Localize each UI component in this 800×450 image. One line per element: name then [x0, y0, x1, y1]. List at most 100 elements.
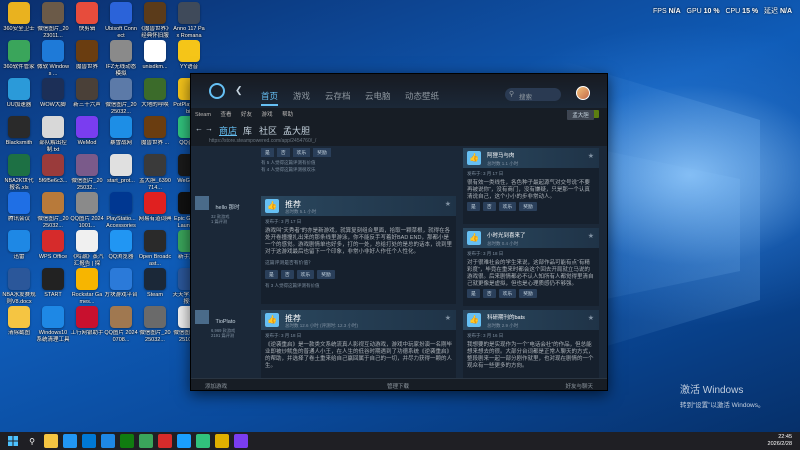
desktop-icon[interactable]: 微信图片_2025032... [104, 78, 138, 115]
browser-icon[interactable] [63, 434, 77, 448]
desktop-icon[interactable]: Steam [138, 268, 172, 305]
desktop-icon[interactable]: Windows10 系统清理工具 [36, 306, 70, 343]
desktop-icon[interactable]: 孟大胆_6390714... [138, 154, 172, 191]
vote-no-button[interactable]: 否 [276, 148, 290, 157]
nav-community[interactable]: 社区 [259, 124, 277, 137]
desktop-icon[interactable]: 魔兽世界 ... [138, 116, 172, 153]
desktop-icon[interactable]: 360软件管家 [2, 40, 36, 77]
desktop-icon[interactable]: Rockstar Games... [70, 268, 104, 305]
file-explorer-icon[interactable] [44, 434, 58, 448]
desktop-icon[interactable]: 360安全卫士 [2, 2, 36, 39]
vote-funny-button[interactable]: 欢乐 [498, 289, 517, 298]
nav-forward-icon[interactable]: → [205, 124, 213, 133]
steam-taskbar-icon[interactable] [177, 434, 191, 448]
desktop-icon[interactable]: QQ图片 20240708... [104, 306, 138, 343]
desktop-icon[interactable]: Ubisoft Connect [104, 2, 138, 39]
desktop-icon[interactable]: 微信图片_2025032... [138, 306, 172, 343]
nav-back-icon[interactable]: ← [195, 124, 203, 133]
desktop-icon[interactable]: Open Broadcast... [138, 230, 172, 267]
desktop-icon[interactable]: QQ浏览器 [104, 230, 138, 267]
vote-no-button[interactable]: 否 [482, 289, 496, 298]
menu-games[interactable]: 游戏 [262, 112, 273, 118]
desktop-icon[interactable]: 微软 Windows ... [36, 40, 70, 77]
vote-funny-button[interactable]: 欢乐 [292, 148, 311, 157]
desktop-icon[interactable]: 《魔兽世界》经典怀旧服 [138, 2, 172, 39]
tab-cloud-pc[interactable]: 云电脑 [365, 90, 391, 102]
desktop-icon[interactable]: Blacksmith [2, 116, 36, 153]
vote-award-button[interactable]: 奖励 [313, 148, 331, 157]
app-icon[interactable] [234, 434, 248, 448]
vote-yes-button[interactable]: 是 [261, 148, 274, 157]
star-icon[interactable]: ★ [588, 314, 594, 322]
xbox-icon[interactable] [120, 434, 134, 448]
desktop-icon[interactable]: 《鸣潮》蒸汽汇报告 | 探索... [70, 230, 104, 267]
user-menu-button[interactable]: 孟大胆 [567, 110, 594, 120]
menu-view[interactable]: 查看 [220, 112, 231, 118]
vote-award-button[interactable]: 奖励 [519, 202, 537, 211]
vote-award-button[interactable]: 奖励 [317, 270, 335, 279]
desktop-icon[interactable]: unisdkm... [138, 40, 172, 77]
desktop-icon[interactable]: start_prot... [104, 154, 138, 191]
desktop-icon[interactable]: Anno 117 Pax Romana [172, 2, 206, 39]
manage-downloads-button[interactable]: 管理下载 [387, 382, 409, 390]
vote-funny-button[interactable]: 欢乐 [296, 270, 315, 279]
desktop-icon[interactable]: NBA水友赛规则V8.docx [2, 268, 36, 305]
nav-library[interactable]: 库 [243, 124, 252, 137]
desktop-icon[interactable]: QQ图片 20241001... [70, 192, 104, 229]
steam-logo-icon[interactable] [209, 83, 225, 99]
wps-icon[interactable] [158, 434, 172, 448]
star-icon[interactable]: ★ [588, 152, 594, 160]
friends-chat-button[interactable]: 好友与聊天 [565, 382, 593, 390]
reviewer-info[interactable]: hello 那时 32 款游戏 1 篇评测 [195, 196, 240, 224]
tab-cloud-save[interactable]: 云存档 [325, 90, 351, 102]
desktop-icon[interactable]: 腾讯会议 [2, 192, 36, 229]
reviewer-name[interactable]: TioPlato [215, 319, 235, 325]
nav-user[interactable]: 孟大胆 [283, 124, 310, 137]
chrome-icon[interactable] [139, 434, 153, 448]
menu-help[interactable]: 帮助 [282, 112, 293, 118]
windows-start-icon[interactable] [6, 434, 20, 448]
url-bar[interactable]: https://store.steampowered.com/app/24547… [209, 138, 316, 144]
desktop-icon[interactable]: 新三十六声 [70, 78, 104, 115]
desktop-icon[interactable]: 快剪辑 [70, 2, 104, 39]
menu-friends[interactable]: 好友 [241, 112, 252, 118]
desktop-icon[interactable]: WOW大脚 [36, 78, 70, 115]
reviewer-info[interactable]: TioPlato 6,969 款游戏 2191 篇评测 [195, 310, 235, 338]
reviewer-name[interactable]: 小时光到喜来了 [487, 231, 526, 239]
vote-no-button[interactable]: 否 [280, 270, 294, 279]
desktop-icon[interactable]: WPS Office [36, 230, 70, 267]
tab-home[interactable]: 首页 [261, 90, 279, 106]
desktop-icon[interactable]: 暴雪战网 [104, 116, 138, 153]
desktop-icon[interactable]: WeMod [70, 116, 104, 153]
desktop-icon[interactable]: 工行网银助手 [70, 306, 104, 343]
desktop-icon[interactable]: 部队解出控制.txt [36, 116, 70, 153]
reviewer-name[interactable]: hello 那时 [215, 203, 239, 211]
desktop-icon[interactable]: 5f6f5e6c3... [36, 154, 70, 191]
back-arrow-icon[interactable]: ❮ [235, 85, 245, 96]
star-icon[interactable]: ★ [445, 314, 451, 322]
tab-wallpaper[interactable]: 动态壁纸 [405, 90, 439, 102]
qq-icon[interactable] [215, 434, 229, 448]
reviewer-name[interactable]: 阿狸马与肉 [487, 151, 515, 159]
desktop-icon[interactable]: 微信图片_2025032... [36, 192, 70, 229]
star-icon[interactable]: ★ [445, 200, 451, 208]
search-input[interactable]: ⚲ 搜索 [505, 88, 561, 101]
edge-icon[interactable] [82, 434, 96, 448]
vote-no-button[interactable]: 否 [482, 202, 496, 211]
wechat-icon[interactable] [196, 434, 210, 448]
desktop-icon[interactable]: START [36, 268, 70, 305]
vote-yes-button[interactable]: 是 [467, 289, 480, 298]
desktop-icon[interactable]: 微信图片_2025032... [70, 154, 104, 191]
add-game-button[interactable]: 添加游戏 [205, 382, 227, 390]
star-icon[interactable]: ★ [588, 232, 594, 240]
reviewer-name[interactable]: 科研期刊的bats [487, 313, 525, 321]
desktop-icon[interactable]: 方块游戏平台 [104, 268, 138, 305]
nav-store[interactable]: 商店 [219, 124, 237, 137]
menu-steam[interactable]: Steam [195, 112, 211, 118]
desktop-icon[interactable]: 大地的呼唤 [138, 78, 172, 115]
vote-funny-button[interactable]: 欢乐 [498, 202, 517, 211]
desktop-icon[interactable]: UU加速器 [2, 78, 36, 115]
tab-games[interactable]: 游戏 [293, 90, 310, 102]
desktop-icon[interactable]: 魔兽世界 [70, 40, 104, 77]
desktop-icon[interactable]: PlayStatio... Accessories [104, 192, 138, 229]
